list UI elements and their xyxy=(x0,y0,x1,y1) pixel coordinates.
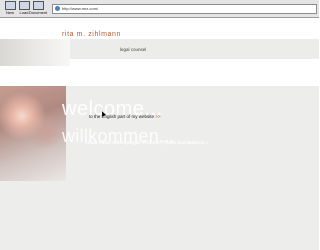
spacer-band xyxy=(0,66,319,86)
load-icon xyxy=(18,1,30,10)
tagline: «Data Aided willeroplegal! Visionen, Fol… xyxy=(85,140,209,145)
site-title: rita m. zihlmann xyxy=(62,31,122,38)
browser-toolbar: New Load Document http://www.rmz.com/ xyxy=(0,0,319,18)
web-page: rita m. zihlmann legal counsel welcome..… xyxy=(0,18,319,250)
english-link[interactable]: to the English part of my website >> xyxy=(89,114,161,119)
document-button[interactable]: Document xyxy=(29,1,47,16)
new-page-icon xyxy=(4,1,16,10)
document-button-label: Document xyxy=(29,10,48,15)
address-bar[interactable]: http://www.rmz.com/ xyxy=(52,4,317,14)
globe-icon xyxy=(55,6,60,12)
english-link-arrow: >> xyxy=(155,114,161,119)
english-link-text: to the English part of my website xyxy=(89,114,155,119)
portrait-photo xyxy=(0,86,66,181)
document-icon xyxy=(32,1,44,10)
site-subtitle: legal counsel xyxy=(120,47,147,52)
address-text: http://www.rmz.com/ xyxy=(62,6,99,11)
header-band xyxy=(0,18,319,39)
